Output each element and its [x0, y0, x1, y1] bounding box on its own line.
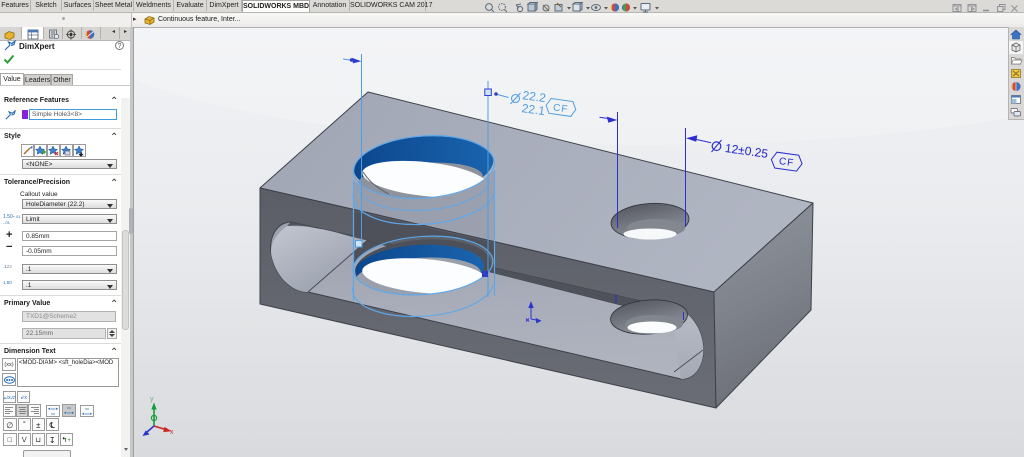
svg-text:CF: CF — [552, 102, 569, 115]
svg-text:CF: CF — [778, 156, 795, 169]
svg-text:y: y — [150, 396, 154, 403]
svg-text:x: x — [170, 429, 174, 436]
